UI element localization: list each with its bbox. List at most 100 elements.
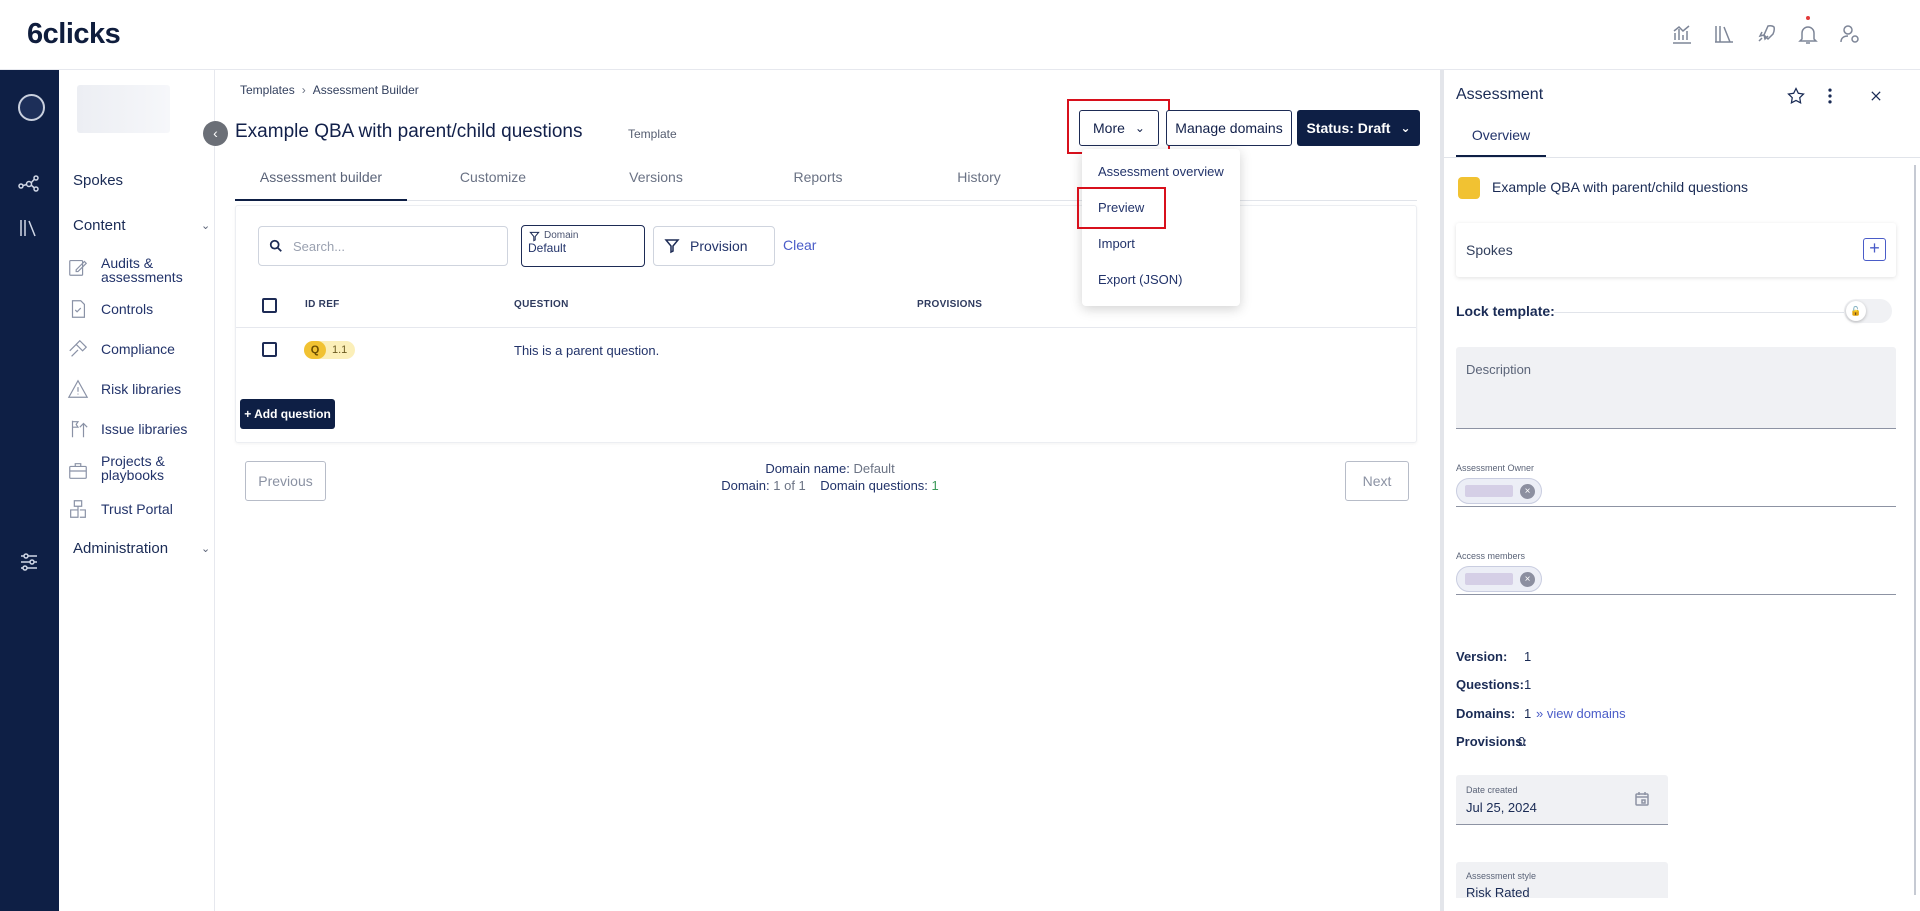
nav-content[interactable]: Content ⌄ — [73, 217, 213, 234]
domain-filter[interactable]: Domain Default — [521, 225, 645, 267]
audit-icon — [69, 259, 88, 276]
provision-filter[interactable]: Provision — [653, 226, 775, 266]
nav-content-label: Content — [73, 217, 126, 234]
remove-chip-icon[interactable]: × — [1520, 484, 1535, 499]
tab-reports[interactable]: Reports — [732, 162, 904, 201]
breadcrumb-assessment-builder: Assessment Builder — [312, 83, 419, 97]
menu-item-import[interactable]: Import — [1098, 236, 1135, 251]
assessment-owner-field[interactable]: × — [1456, 475, 1896, 507]
row-checkbox[interactable] — [262, 342, 277, 357]
assessment-style-field[interactable]: Assessment style Risk Rated — [1456, 862, 1668, 898]
compliance-icon — [69, 339, 88, 357]
nav-item-projects[interactable]: Projects & playbooks — [67, 454, 212, 482]
tab-customize[interactable]: Customize — [407, 162, 579, 201]
calendar-icon[interactable] — [1634, 791, 1650, 807]
nav-item-audits[interactable]: Audits & assessments — [67, 256, 212, 284]
app-logo[interactable]: 6clicks — [27, 18, 121, 51]
menu-item-export-json[interactable]: Export (JSON) — [1098, 272, 1183, 287]
date-created-field[interactable]: Date created Jul 25, 2024 — [1456, 775, 1668, 825]
assessment-side-panel: Assessment Overview Example QBA with par… — [1440, 70, 1920, 911]
spokes-network-icon[interactable] — [17, 172, 41, 196]
nav-administration[interactable]: Administration ⌄ — [73, 540, 213, 557]
version-value: 1 — [1524, 649, 1532, 664]
close-icon[interactable] — [1866, 86, 1886, 109]
tab-assessment-builder[interactable]: Assessment builder — [235, 162, 407, 201]
more-button[interactable]: More ⌄ — [1079, 110, 1159, 146]
user-settings-icon[interactable] — [1838, 22, 1862, 46]
view-domains-link[interactable]: » view domains — [1536, 706, 1626, 721]
page-title: Example QBA with parent/child questions — [235, 121, 583, 142]
analytics-icon[interactable] — [1670, 22, 1694, 46]
add-question-button[interactable]: + Add question — [240, 399, 335, 429]
tab-overview[interactable]: Overview — [1456, 127, 1546, 157]
nav-spokes[interactable]: Spokes — [73, 172, 123, 189]
bell-icon[interactable] — [1796, 16, 1820, 46]
kebab-menu-icon[interactable] — [1820, 86, 1840, 109]
previous-button[interactable]: Previous — [245, 461, 326, 501]
question-id: 1.1 — [332, 344, 348, 356]
domain-name-value: Default — [853, 461, 895, 476]
owner-chip-name — [1465, 485, 1513, 497]
domain-pager-info: Domain name: Default Domain: 1 of 1 Doma… — [665, 460, 995, 494]
column-header-provisions: PROVISIONS — [917, 299, 983, 310]
remove-chip-icon[interactable]: × — [1520, 572, 1535, 587]
domain-label: Domain: — [721, 478, 770, 493]
nav-item-label: Risk libraries — [101, 381, 182, 397]
question-text[interactable]: This is a parent question. — [514, 343, 659, 358]
avatar[interactable] — [18, 94, 45, 121]
menu-item-preview[interactable]: Preview — [1098, 200, 1144, 215]
breadcrumb-templates[interactable]: Templates — [240, 83, 295, 97]
main-content: Templates › Assessment Builder ‹ Example Q… — [203, 70, 1440, 911]
member-chip[interactable]: × — [1456, 566, 1542, 592]
nav-administration-label: Administration — [73, 540, 169, 557]
lock-template-toggle[interactable]: 🔓 — [1844, 299, 1892, 323]
domain-name-label: Domain name: — [765, 461, 850, 476]
side-panel-scrollbar[interactable] — [1914, 165, 1916, 895]
tab-versions[interactable]: Versions — [570, 162, 742, 201]
search-input[interactable]: Search... — [258, 226, 508, 266]
search-icon — [269, 239, 282, 252]
provisions-value: 0 — [1518, 734, 1526, 749]
clear-filters-link[interactable]: Clear — [783, 237, 816, 253]
menu-item-assessment-overview[interactable]: Assessment overview — [1098, 164, 1224, 179]
description-field[interactable]: Description — [1456, 347, 1896, 429]
breadcrumb: Templates › Assessment Builder — [240, 83, 419, 97]
nav-item-controls[interactable]: Controls — [67, 298, 212, 320]
nav-item-trust-portal[interactable]: Trust Portal — [67, 498, 212, 520]
manage-domains-button[interactable]: Manage domains — [1166, 110, 1292, 146]
star-icon[interactable] — [1786, 86, 1806, 109]
nav-item-risk[interactable]: Risk libraries — [67, 378, 212, 400]
description-placeholder: Description — [1466, 362, 1532, 377]
risk-icon — [67, 379, 89, 398]
status-button[interactable]: Status: Draft ⌄ — [1297, 110, 1420, 146]
questions-label: Questions: — [1456, 677, 1524, 692]
lock-template-label: Lock template: — [1456, 303, 1555, 319]
side-panel-divider — [1444, 157, 1920, 158]
nav-item-label: Controls — [101, 301, 154, 317]
domain-filter-value: Default — [528, 241, 567, 255]
select-all-checkbox[interactable] — [262, 298, 277, 313]
domains-stat: Domains: 1 » view domains — [1456, 706, 1656, 721]
library-icon[interactable] — [1712, 22, 1736, 46]
sliders-icon[interactable] — [17, 550, 41, 574]
questions-value: 1 — [1524, 677, 1532, 692]
page-type-label: Template — [628, 127, 677, 141]
nav-item-issue[interactable]: Issue libraries — [67, 418, 212, 440]
chevron-down-icon: ⌄ — [1134, 121, 1145, 135]
library-icon[interactable] — [17, 216, 41, 240]
nav-item-compliance[interactable]: Compliance — [67, 338, 212, 360]
tab-history[interactable]: History — [893, 162, 1065, 201]
add-spoke-button[interactable]: + — [1863, 238, 1886, 261]
nav-item-label: Compliance — [101, 341, 175, 357]
next-button[interactable]: Next — [1345, 461, 1409, 501]
rocket-icon[interactable] — [1754, 22, 1778, 46]
provisions-stat: Provisions: 0 — [1456, 734, 1527, 749]
owner-chip[interactable]: × — [1456, 478, 1542, 504]
date-created-label: Date created — [1466, 785, 1518, 795]
chevron-down-icon: ⌄ — [201, 220, 211, 232]
access-members-label: Access members — [1456, 551, 1526, 561]
member-chip-name — [1465, 573, 1513, 585]
collapse-nav-button[interactable]: ‹ — [203, 121, 228, 146]
access-members-field[interactable]: × — [1456, 563, 1896, 595]
lock-divider — [1554, 312, 1844, 313]
